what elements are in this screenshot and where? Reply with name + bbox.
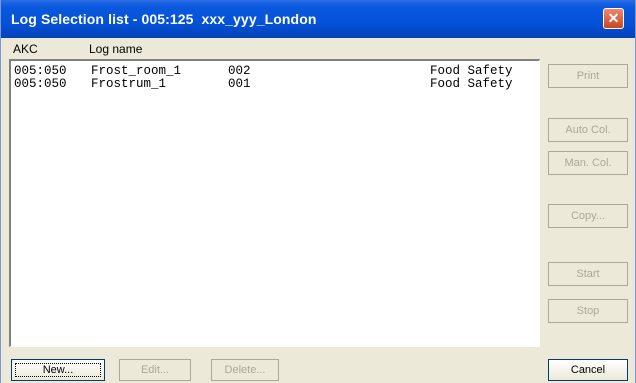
close-icon[interactable]: ✕ — [603, 8, 624, 29]
row-category: Food Safety — [430, 77, 513, 91]
row-number: 001 — [228, 77, 251, 91]
copy-button[interactable]: Copy... — [548, 204, 628, 228]
column-header: AKC Log name — [1, 38, 635, 58]
cancel-button[interactable]: Cancel — [548, 359, 628, 381]
column-log-name[interactable]: Log name — [89, 42, 142, 56]
list-item[interactable]: 005:050 Frostrum_1 001 Food Safety — [14, 78, 513, 91]
log-selection-window: Log Selection list - 005:125 xxx_yyy_Lon… — [0, 0, 636, 383]
column-akc[interactable]: AKC — [13, 42, 38, 56]
row-akc: 005:050 — [14, 77, 67, 91]
delete-button[interactable]: Delete... — [211, 359, 279, 381]
focus-indicator — [15, 363, 101, 377]
window-title: Log Selection list - 005:125 xxx_yyy_Lon… — [11, 11, 317, 27]
print-button[interactable]: Print — [548, 64, 628, 88]
man-col-button[interactable]: Man. Col. — [548, 151, 628, 175]
title-bar[interactable]: Log Selection list - 005:125 xxx_yyy_Lon… — [1, 0, 635, 38]
log-list[interactable]: 005:050 Frost_room_1 002 Food Safety 005… — [9, 59, 540, 347]
edit-button[interactable]: Edit... — [119, 359, 191, 381]
start-button[interactable]: Start — [548, 262, 628, 286]
auto-col-button[interactable]: Auto Col. — [548, 118, 628, 142]
new-button[interactable]: New... — [11, 359, 105, 381]
stop-button[interactable]: Stop — [548, 299, 628, 323]
row-log-name: Frostrum_1 — [91, 77, 167, 91]
